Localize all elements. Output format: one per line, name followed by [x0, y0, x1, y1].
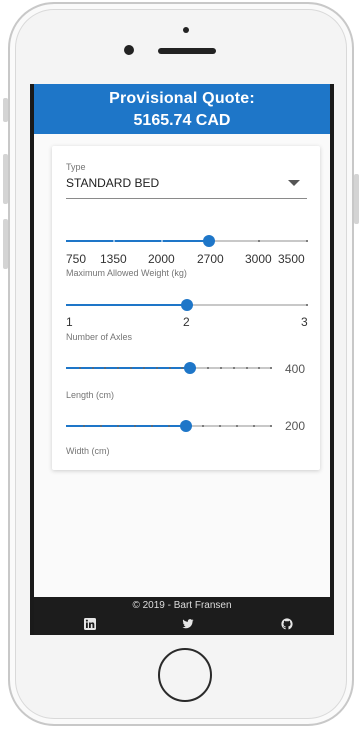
length-tick — [130, 367, 132, 369]
type-select-label: Type — [66, 162, 86, 172]
app-footer: © 2019 - Bart Fransen — [34, 597, 330, 635]
twitter-icon[interactable] — [182, 618, 194, 630]
length-tick — [79, 367, 81, 369]
length-tick — [220, 367, 222, 369]
axles-slider-caption: Number of Axles — [66, 332, 133, 342]
app-viewport: Provisional Quote: 5165.74 CAD Type STAN… — [34, 84, 330, 635]
quote-header: Provisional Quote: 5165.74 CAD — [34, 84, 330, 134]
length-slider-fill — [66, 367, 190, 369]
quote-price: 5165.74 CAD — [133, 112, 231, 129]
width-slider-thumb[interactable] — [180, 420, 192, 432]
home-button[interactable] — [158, 648, 212, 702]
weight-tick — [258, 240, 260, 242]
width-tick — [134, 425, 136, 427]
width-tick — [117, 425, 119, 427]
length-tick — [92, 367, 94, 369]
weight-tick-label: 2700 — [197, 252, 224, 266]
phone-screen: Provisional Quote: 5165.74 CAD Type STAN… — [30, 84, 334, 635]
copyright-text: © 2019 - Bart Fransen — [132, 600, 232, 611]
phone-power-button — [354, 174, 359, 224]
weight-tick-label: 750 — [66, 252, 87, 266]
weight-slider-thumb[interactable] — [203, 235, 215, 247]
weight-tick-label: 2000 — [148, 252, 175, 266]
axles-slider-fill — [66, 304, 187, 306]
width-tick — [236, 425, 238, 427]
length-tick — [233, 367, 235, 369]
axles-tick-label: 2 — [183, 315, 190, 329]
linkedin-icon[interactable] — [84, 618, 96, 630]
weight-tick-label: 3000 — [245, 252, 272, 266]
width-tick — [151, 425, 153, 427]
phone-volume-up — [3, 154, 8, 204]
axles-tick-label: 3 — [301, 315, 308, 329]
width-tick — [100, 425, 102, 427]
length-tick — [258, 367, 260, 369]
axles-tick — [306, 304, 308, 306]
length-tick — [207, 367, 209, 369]
width-tick — [253, 425, 255, 427]
length-tick — [270, 367, 272, 369]
width-tick — [83, 425, 85, 427]
width-slider-caption: Width (cm) — [66, 446, 110, 456]
axles-slider-thumb[interactable] — [181, 299, 193, 311]
proximity-sensor — [183, 27, 189, 33]
weight-tick — [161, 240, 163, 242]
quote-title: Provisional Quote: — [109, 90, 255, 107]
configurator-card: Type STANDARD BED 750 1350 2000 2700 300… — [52, 146, 320, 470]
width-value: 200 — [285, 419, 306, 433]
type-select-underline — [66, 198, 307, 199]
caret-down-icon[interactable] — [288, 180, 300, 186]
phone-mute-switch — [3, 98, 8, 122]
weight-slider-fill — [66, 240, 209, 242]
phone-volume-down — [3, 219, 8, 269]
length-tick — [156, 367, 158, 369]
length-tick — [104, 367, 106, 369]
length-tick — [246, 367, 248, 369]
length-slider-thumb[interactable] — [184, 362, 196, 374]
weight-tick-label: 3500 — [278, 252, 305, 266]
github-icon[interactable] — [281, 618, 293, 630]
weight-slider-caption: Maximum Allowed Weight (kg) — [66, 268, 187, 278]
front-camera — [124, 45, 134, 55]
width-tick — [202, 425, 204, 427]
width-tick — [219, 425, 221, 427]
width-tick — [270, 425, 272, 427]
length-slider-caption: Length (cm) — [66, 390, 115, 400]
length-tick — [117, 367, 119, 369]
type-select-value[interactable]: STANDARD BED — [66, 176, 159, 190]
weight-tick — [113, 240, 115, 242]
length-tick — [143, 367, 145, 369]
axles-tick-label: 1 — [66, 315, 73, 329]
weight-tick — [306, 240, 308, 242]
length-tick — [181, 367, 183, 369]
length-tick — [169, 367, 171, 369]
length-value: 400 — [285, 362, 306, 376]
width-tick — [168, 425, 170, 427]
earpiece-speaker — [158, 48, 216, 54]
weight-tick-label: 1350 — [100, 252, 127, 266]
